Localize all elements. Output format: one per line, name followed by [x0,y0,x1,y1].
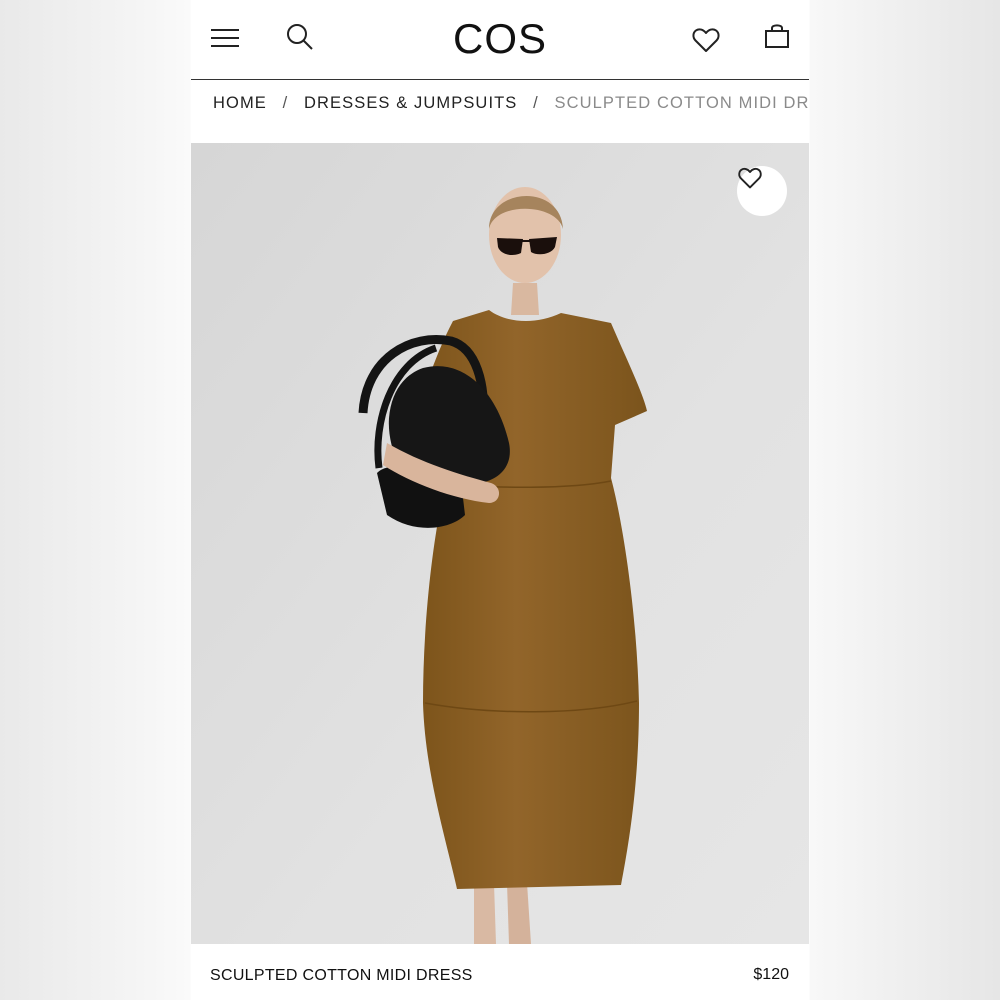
add-to-wishlist-button[interactable] [737,166,787,216]
breadcrumb-current-page: SCULPTED COTTON MIDI DRESS [554,94,809,112]
breadcrumb: HOME / DRESSES & JUMPSUITS / SCULPTED CO… [213,94,809,113]
mobile-page: COS HOME / DRESSES & JUMPSUITS / SCULPTE… [191,0,809,1000]
breadcrumb-separator: / [282,94,289,112]
product-image[interactable] [191,143,809,944]
breadcrumb-home[interactable]: HOME [213,94,267,113]
product-price: $120 [753,966,789,983]
heart-icon[interactable] [691,25,721,55]
breadcrumb-separator: / [533,94,539,112]
product-photo-illustration [191,143,809,944]
site-header: COS [191,0,809,80]
product-name[interactable]: SCULPTED COTTON MIDI DRESS [210,967,473,985]
product-info-bar: SCULPTED COTTON MIDI DRESS $120 [191,944,809,1000]
breadcrumb-dresses-jumpsuits[interactable]: DRESSES & JUMPSUITS [304,94,517,113]
heart-icon [738,167,762,189]
shopping-bag-icon[interactable] [763,22,791,50]
